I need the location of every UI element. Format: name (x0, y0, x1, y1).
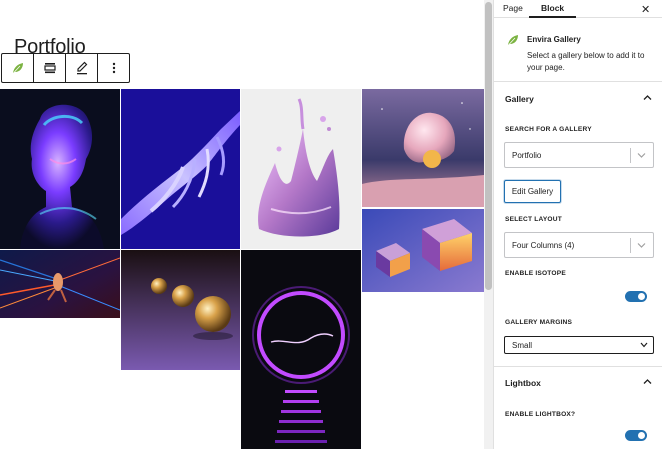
combobox-separator (630, 148, 631, 163)
close-icon[interactable]: ✕ (641, 3, 650, 16)
enable-isotope-label: ENABLE ISOTOPE (505, 270, 566, 277)
edit-button[interactable] (66, 54, 97, 82)
active-tab-indicator (529, 16, 576, 18)
gallery-image-light-runner[interactable] (0, 250, 120, 318)
gallery-image-holo-hand[interactable] (121, 89, 240, 249)
edit-pencil-icon (76, 61, 87, 75)
gallery-search-value: Portfolio (512, 151, 542, 160)
block-card: Envira Gallery Select a gallery below to… (494, 19, 662, 82)
align-button[interactable] (34, 54, 65, 82)
more-options-icon (112, 62, 115, 74)
isotope-toggle[interactable] (625, 291, 647, 302)
lightbox-toggle[interactable] (625, 430, 647, 441)
block-name: Envira Gallery (527, 35, 581, 44)
search-gallery-label: SEARCH FOR A GALLERY (505, 126, 592, 133)
align-icon (43, 63, 56, 74)
sidebar-tabs: Page Block ✕ (494, 0, 662, 18)
select-layout-label: SELECT LAYOUT (505, 216, 562, 223)
gallery-image-golden-spheres[interactable] (121, 250, 240, 370)
panel-divider (494, 366, 662, 367)
gallery-image-cloth-sphere[interactable] (362, 89, 484, 207)
block-toolbar (1, 53, 130, 83)
toggle-knob (638, 293, 645, 300)
edit-gallery-button[interactable]: Edit Gallery (504, 180, 561, 203)
envira-leaf-icon (508, 35, 518, 46)
gallery-search-combobox[interactable]: Portfolio (504, 142, 654, 168)
enable-lightbox-label: ENABLE LIGHTBOX? (505, 411, 576, 418)
envira-leaf-icon (12, 63, 23, 74)
gallery-margins-label: GALLERY MARGINS (505, 319, 573, 326)
gallery-grid (0, 89, 484, 449)
chevron-up-icon (643, 379, 652, 384)
layout-value: Four Columns (4) (512, 241, 575, 250)
chevron-down-icon (640, 342, 648, 348)
gallery-image-neon-cubes[interactable] (362, 209, 484, 292)
layout-combobox[interactable]: Four Columns (4) (504, 232, 654, 258)
toggle-knob (638, 432, 645, 439)
gallery-panel-title: Gallery (505, 94, 534, 104)
gallery-image-liquid-metal[interactable] (241, 89, 361, 249)
chevron-down-icon (637, 153, 646, 158)
canvas-scrollbar-thumb[interactable] (485, 2, 492, 290)
chevron-down-icon (637, 243, 646, 248)
block-editor: Portfolio Page Block ✕ Envira Gallery Se… (0, 0, 662, 449)
tab-block[interactable]: Block (541, 3, 564, 13)
tab-page[interactable]: Page (503, 3, 523, 13)
gallery-margins-select[interactable]: Small (504, 336, 654, 354)
lightbox-panel-header[interactable]: Lightbox (494, 368, 662, 396)
gallery-image-neon-portal[interactable] (241, 250, 361, 449)
block-description: Select a gallery below to add it to your… (527, 51, 645, 72)
settings-sidebar: Page Block ✕ Envira Gallery Select a gal… (493, 0, 662, 449)
more-options-button[interactable] (98, 54, 129, 82)
chevron-up-icon (643, 95, 652, 100)
gallery-panel-header[interactable]: Gallery (494, 84, 662, 112)
lightbox-panel-title: Lightbox (505, 378, 541, 388)
combobox-separator (630, 238, 631, 253)
gallery-margins-value: Small (512, 341, 533, 350)
editor-canvas: Portfolio (0, 0, 484, 449)
gallery-image-chrome-bust[interactable] (0, 89, 120, 249)
envira-block-button[interactable] (2, 54, 33, 82)
